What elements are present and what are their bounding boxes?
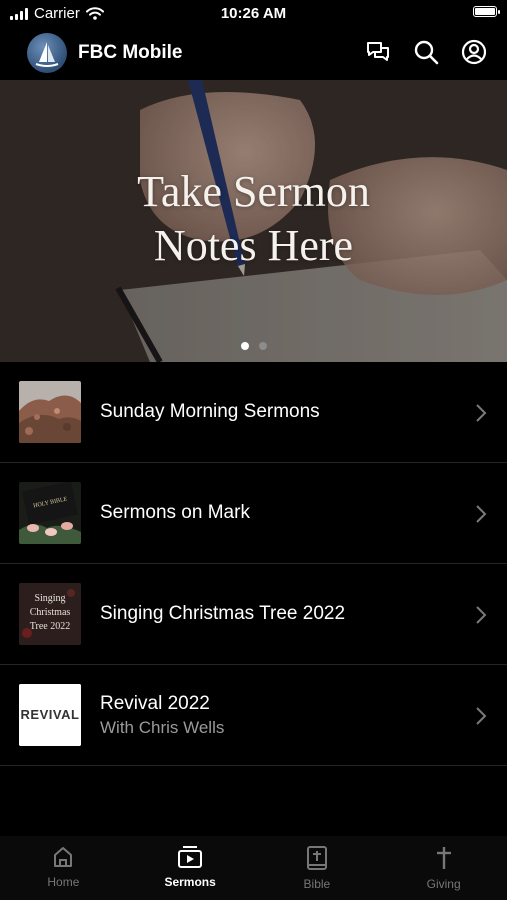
hero-title-line-1: Take Sermon: [137, 167, 370, 216]
series-title: Sunday Morning Sermons: [100, 401, 320, 422]
account-icon[interactable]: [461, 39, 487, 65]
tab-giving[interactable]: Giving: [380, 836, 507, 900]
thumbnail-caption: Singing: [34, 593, 65, 604]
chevron-right-icon: [476, 404, 487, 422]
hero-title-line-2: Notes Here: [153, 221, 354, 270]
chat-icon[interactable]: [365, 39, 391, 65]
app-logo: [27, 33, 67, 73]
carousel-dots: [0, 342, 507, 350]
chevron-right-icon: [476, 707, 487, 725]
carousel-dot-2[interactable]: [258, 342, 267, 350]
video-icon: [178, 846, 203, 868]
tab-home[interactable]: Home: [0, 836, 127, 900]
hero-banner[interactable]: Take Sermon Notes Here: [0, 80, 507, 362]
series-subtitle: With Chris Wells: [100, 717, 225, 737]
bible-icon: [306, 846, 327, 870]
carousel-dot-1[interactable]: [240, 342, 249, 350]
series-item-singing-christmas-tree-2022[interactable]: Singing Christmas Tree 2022 Singing Chri…: [0, 564, 507, 665]
thumbnail-caption: Tree 2022: [30, 621, 70, 632]
series-item-sermons-on-mark[interactable]: HOLY BIBLE Sermons on Mark: [0, 463, 507, 564]
series-item-revival-2022[interactable]: REVIVAL Revival 2022 With Chris Wells: [0, 665, 507, 766]
tab-label: Giving: [426, 877, 461, 891]
series-title: Singing Christmas Tree 2022: [100, 603, 346, 624]
series-title: Sermons on Mark: [100, 502, 250, 523]
status-bar: Carrier 10:26 AM: [0, 0, 507, 28]
battery-icon: [473, 6, 500, 17]
tab-label: Home: [47, 875, 80, 889]
tab-sermons[interactable]: Sermons: [127, 836, 254, 900]
home-icon: [54, 847, 73, 867]
status-time: 10:26 AM: [220, 5, 287, 22]
chevron-right-icon: [476, 606, 487, 624]
tab-label: Bible: [303, 877, 331, 891]
series-list: Sunday Morning Sermons HOLY BIBLE Sermon…: [0, 362, 507, 766]
app-header: FBC Mobile: [0, 28, 507, 78]
thumbnail-caption: REVIVAL: [21, 707, 80, 722]
tab-label: Sermons: [164, 875, 216, 889]
tab-bible[interactable]: Bible: [254, 836, 381, 900]
app-title: FBC Mobile: [78, 42, 183, 63]
search-icon[interactable]: [413, 39, 439, 65]
cross-icon: [436, 847, 451, 869]
series-item-sunday-morning-sermons[interactable]: Sunday Morning Sermons: [0, 362, 507, 463]
series-thumbnail: HOLY BIBLE: [19, 482, 81, 544]
series-thumbnail: REVIVAL: [19, 684, 81, 746]
series-title: Revival 2022: [100, 692, 210, 714]
chevron-right-icon: [476, 505, 487, 523]
series-thumbnail: Singing Christmas Tree 2022: [19, 583, 81, 645]
tab-bar: Home Sermons Bible Giving: [0, 836, 507, 900]
thumbnail-caption: Christmas: [30, 607, 71, 618]
series-thumbnail: [19, 381, 81, 443]
